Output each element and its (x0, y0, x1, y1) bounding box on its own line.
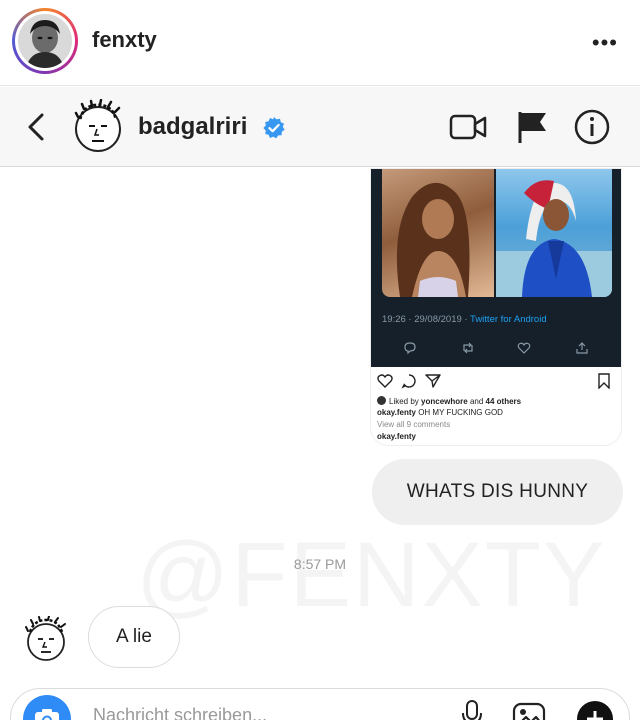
verified-badge-icon (263, 117, 285, 139)
caption-line: okay.fenty OH MY FUCKING GOD (377, 408, 503, 417)
comment-line: okay.fenty (377, 432, 416, 441)
dm-header: badgalriri (0, 87, 640, 167)
back-arrow-icon[interactable] (22, 107, 50, 147)
sender-avatar[interactable] (22, 616, 70, 664)
tweet-screenshot: 19:26 · 29/08/2019 · Twitter for Android (371, 169, 621, 367)
outgoing-message-bubble[interactable]: WHATS DIS HUNNY (372, 459, 623, 525)
camera-icon (35, 709, 59, 720)
comment-icon (401, 374, 416, 389)
profile-avatar[interactable] (12, 8, 78, 74)
conversation-avatar[interactable] (70, 99, 126, 155)
shared-post-message[interactable]: 19:26 · 29/08/2019 · Twitter for Android… (370, 168, 622, 446)
liker-avatar (377, 396, 386, 405)
gallery-icon[interactable] (511, 701, 547, 720)
report-flag-icon[interactable] (514, 109, 554, 145)
watermark-text: @FENXTY (136, 523, 606, 628)
camera-button[interactable] (23, 695, 71, 720)
profile-bar: fenxty ••• (0, 0, 640, 86)
microphone-icon[interactable] (459, 699, 485, 720)
tweet-photo-right (496, 169, 612, 297)
message-thread[interactable]: 19:26 · 29/08/2019 · Twitter for Android… (0, 168, 640, 720)
profile-photo (18, 14, 72, 68)
send-icon (425, 374, 441, 388)
retweet-icon (463, 342, 473, 354)
incoming-message-bubble[interactable]: A lie (88, 606, 180, 668)
message-composer (10, 688, 630, 720)
tweet-photo-left (382, 169, 494, 297)
tweet-actions (371, 341, 621, 359)
message-timestamp: 8:57 PM (293, 556, 347, 572)
more-options-icon[interactable]: ••• (592, 30, 618, 56)
video-call-icon[interactable] (448, 109, 488, 145)
share-icon (576, 342, 588, 354)
tweet-meta: 19:26 · 29/08/2019 · Twitter for Android (382, 314, 547, 325)
conversation-name[interactable]: badgalriri (138, 113, 247, 141)
profile-username[interactable]: fenxty (92, 27, 157, 53)
info-icon[interactable] (572, 109, 612, 145)
like-icon (517, 342, 531, 354)
tweet-date: 19:26 · 29/08/2019 · (382, 314, 471, 325)
view-comments-link: View all 9 comments (377, 420, 451, 429)
instagram-post-footer: Liked by yoncewhore and 44 others okay.f… (371, 367, 621, 445)
bookmark-icon (598, 373, 610, 389)
heart-icon (377, 374, 393, 388)
plus-icon (587, 711, 603, 720)
instagram-dm-screen: fenxty ••• badgalriri 19:26 · 29/08/2019… (0, 0, 640, 720)
liked-by-line: Liked by yoncewhore and 44 others (377, 396, 521, 406)
message-input[interactable] (93, 705, 373, 720)
add-button[interactable] (577, 701, 613, 720)
reply-icon (404, 342, 416, 355)
tweet-source-link: Twitter for Android (470, 314, 547, 325)
